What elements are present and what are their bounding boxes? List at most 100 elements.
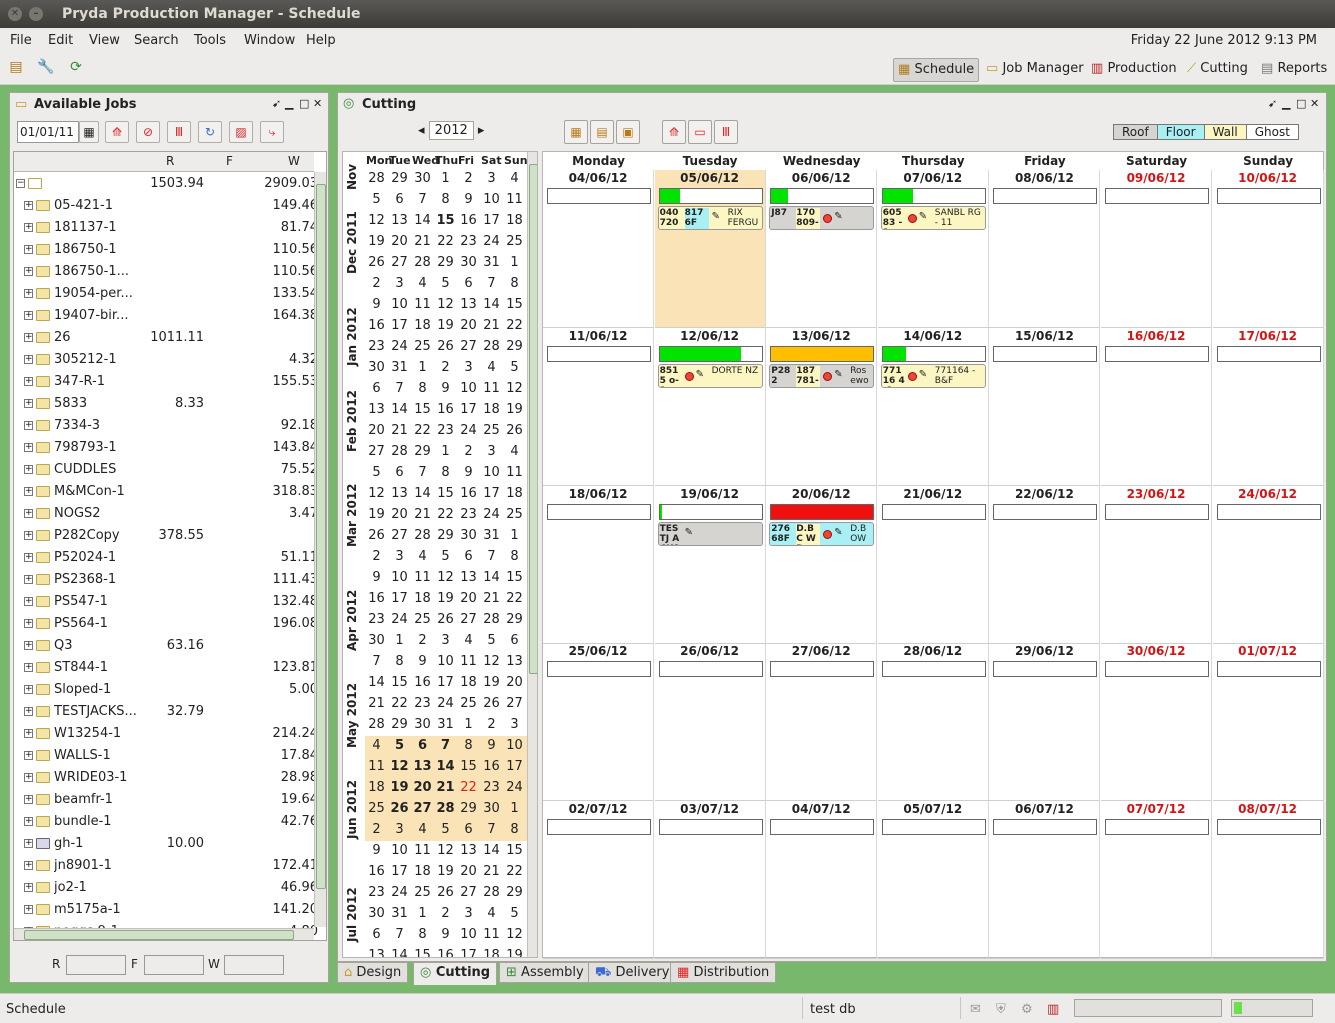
mini-calendar-week[interactable]: 21 22 23 24 25 26 27: [365, 694, 527, 715]
refresh-icon[interactable]: ⟳: [66, 59, 86, 79]
mini-calendar-week[interactable]: 30 31 1 2 3 4 5: [365, 904, 527, 925]
mini-calendar-day[interactable]: 24: [480, 234, 503, 249]
mini-calendar-day[interactable]: 18: [411, 864, 434, 879]
mini-calendar-day[interactable]: 16: [434, 948, 457, 957]
expand-icon[interactable]: −: [16, 179, 25, 188]
mini-calendar-day[interactable]: 1: [503, 255, 526, 270]
mini-calendar-day[interactable]: 26: [365, 255, 388, 270]
mini-calendar-day[interactable]: 13: [365, 948, 388, 957]
day-cell[interactable]: 30/06/12: [1101, 643, 1212, 802]
floor-toggle-icon[interactable]: ▭: [688, 120, 712, 144]
mini-calendar-day[interactable]: 3: [457, 906, 480, 921]
job-card[interactable]: 040 720 817 6F ✎ RIX FERGU: [657, 206, 763, 230]
mini-calendar-day[interactable]: 28: [365, 171, 388, 186]
mini-calendar-day[interactable]: 3: [480, 171, 503, 186]
mini-calendar-day[interactable]: 11: [365, 759, 388, 774]
minimize-panel-icon[interactable]: ▁: [1282, 97, 1290, 110]
mini-calendar-day[interactable]: 12: [434, 843, 457, 858]
mini-calendar-day[interactable]: 21: [480, 864, 503, 879]
expand-icon[interactable]: +: [24, 487, 33, 496]
mini-calendar-day[interactable]: 26: [480, 696, 503, 711]
mini-calendar-day[interactable]: 23: [457, 507, 480, 522]
mini-calendar-day[interactable]: 10: [480, 192, 503, 207]
mini-calendar-day[interactable]: 7: [411, 192, 434, 207]
mini-calendar-day[interactable]: 30: [457, 528, 480, 543]
mini-calendar-day[interactable]: 4: [411, 549, 434, 564]
mini-calendar-week[interactable]: 11 12 13 14 15 16 17: [365, 757, 527, 778]
mini-calendar-week[interactable]: 13 14 15 16 17 18 19: [365, 400, 527, 421]
table-row[interactable]: +5833 8.33: [14, 393, 314, 415]
nav-schedule[interactable]: ▦ Schedule: [893, 58, 980, 82]
mini-calendar-day[interactable]: 9: [434, 927, 457, 942]
mini-calendar-day[interactable]: 13: [388, 213, 411, 228]
minimize-window-icon[interactable]: –: [29, 7, 43, 21]
table-row[interactable]: + P282Copy 378.55: [14, 525, 314, 547]
day-cell[interactable]: 08/07/12: [1212, 801, 1324, 960]
mini-calendar-day[interactable]: 26: [434, 339, 457, 354]
mini-calendar-week[interactable]: 9 10 11 12 13 14 15: [365, 568, 527, 589]
mini-calendar-day[interactable]: 29: [388, 171, 411, 186]
table-row[interactable]: + M&MCon-1 318.83: [14, 481, 318, 503]
mini-calendar-week[interactable]: 7 8 9 10 11 12 13: [365, 652, 527, 673]
day-cell[interactable]: 20/06/12 276 68FD.BC WD- ✎ D.B OW: [766, 485, 878, 644]
mini-calendar-day[interactable]: 2: [434, 906, 457, 921]
mini-calendar-day[interactable]: 15: [503, 843, 526, 858]
mini-calendar-day[interactable]: 6: [388, 192, 411, 207]
prev-year-icon[interactable]: ◂: [418, 123, 425, 138]
mini-calendar-day[interactable]: 16: [457, 213, 480, 228]
expand-icon[interactable]: +: [24, 597, 33, 606]
day-cell[interactable]: 02/07/12: [543, 801, 654, 960]
mini-calendar-day[interactable]: 10: [388, 843, 411, 858]
mini-calendar-day[interactable]: 20: [503, 675, 526, 690]
mini-calendar-day[interactable]: 19: [503, 402, 526, 417]
mini-calendar-day[interactable]: 4: [411, 822, 434, 837]
mini-calendar-week[interactable]: 18 19 20 21 22 23 24: [365, 778, 527, 799]
mini-calendar-day[interactable]: 17: [480, 213, 503, 228]
day-cell[interactable]: 27/06/12: [766, 643, 878, 802]
nav-job-manager[interactable]: ▭ Job Manager: [982, 58, 1088, 82]
expand-icon[interactable]: +: [24, 817, 33, 826]
mini-calendar-day[interactable]: 19: [365, 234, 388, 249]
table-row[interactable]: +05-421-1 149.46: [14, 195, 318, 217]
day-cell[interactable]: 07/06/12 60583 -1 ✎ SANBL RG - 11: [877, 170, 989, 328]
mini-calendar-day[interactable]: 14: [480, 570, 503, 585]
mini-calendar-day[interactable]: 25: [503, 507, 526, 522]
mini-calendar-day[interactable]: 6: [411, 738, 434, 753]
expand-icon[interactable]: +: [24, 575, 33, 584]
mini-calendar-day[interactable]: 12: [480, 654, 503, 669]
expand-icon[interactable]: +: [24, 861, 33, 870]
mini-calendar-day[interactable]: 28: [480, 339, 503, 354]
mini-calendar-day[interactable]: 27: [503, 696, 526, 711]
day-cell[interactable]: 22/06/12: [989, 485, 1101, 644]
table-row[interactable]: +181137-1 81.74: [14, 217, 318, 239]
mini-calendar-day[interactable]: 22: [434, 234, 457, 249]
mini-calendar-day[interactable]: 19: [365, 507, 388, 522]
mini-calendar-day[interactable]: 5: [434, 549, 457, 564]
mini-calendar-day[interactable]: 10: [503, 738, 526, 753]
expand-icon[interactable]: +: [24, 267, 33, 276]
mini-calendar-day[interactable]: 8: [411, 381, 434, 396]
mini-calendar-day[interactable]: 14: [480, 297, 503, 312]
mini-calendar-day[interactable]: 4: [411, 276, 434, 291]
mini-calendar-day[interactable]: 29: [411, 444, 434, 459]
table-row[interactable]: − 1503.94 2909.03: [14, 173, 318, 195]
mini-calendar-day[interactable]: 11: [503, 465, 526, 480]
mini-calendar-day[interactable]: 18: [503, 213, 526, 228]
mini-calendar-day[interactable]: 14: [365, 675, 388, 690]
mini-calendar-day[interactable]: 12: [503, 927, 526, 942]
tab-distribution[interactable]: ▦ Distribution: [670, 962, 777, 983]
mini-calendar-day[interactable]: 2: [365, 822, 388, 837]
mini-calendar-day[interactable]: 3: [480, 444, 503, 459]
expand-icon[interactable]: +: [24, 421, 33, 430]
mini-calendar-day[interactable]: 14: [434, 759, 457, 774]
mini-calendar-day[interactable]: 31: [480, 255, 503, 270]
mini-calendar-day[interactable]: 17: [388, 864, 411, 879]
mini-calendar-day[interactable]: 4: [503, 444, 526, 459]
table-row[interactable]: + CUDDLES 75.52: [14, 459, 318, 481]
mini-calendar-day[interactable]: 6: [388, 465, 411, 480]
mini-calendar-day[interactable]: 28: [365, 717, 388, 732]
mini-calendar-day[interactable]: 29: [457, 801, 480, 816]
mini-calendar-day[interactable]: 30: [365, 633, 388, 648]
day-cell[interactable]: 11/06/12: [543, 327, 654, 486]
calendar-icon[interactable]: ▦: [79, 121, 99, 143]
